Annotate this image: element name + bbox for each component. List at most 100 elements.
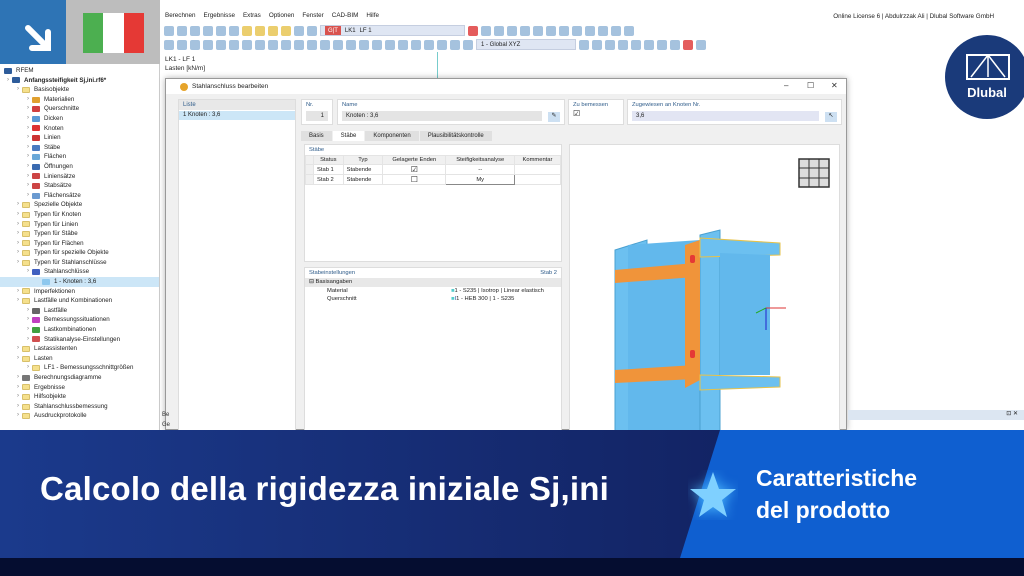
chevron-icon[interactable]: ›	[14, 383, 22, 393]
toolbar-icon[interactable]	[520, 25, 530, 36]
panel-pin-icon[interactable]: ⊡ ✕	[1006, 411, 1018, 417]
tree-item[interactable]: › Spezielle Objekte	[0, 200, 159, 210]
minimize-button[interactable]: –	[784, 81, 788, 90]
camera-icon[interactable]	[696, 39, 706, 50]
tree-item[interactable]: › Knoten	[0, 124, 159, 134]
toolbar-icon[interactable]	[229, 25, 239, 36]
tree-item[interactable]: › Berechnungsdiagramme	[0, 373, 159, 383]
toolbar-icon[interactable]	[294, 39, 304, 50]
toolbar-icon[interactable]	[164, 25, 174, 36]
assigned-node-input[interactable]: 3,6	[632, 111, 819, 121]
toolbar-icon[interactable]	[644, 39, 654, 50]
chevron-icon[interactable]: ›	[24, 306, 32, 316]
tree-item[interactable]: › Typen für Stahlanschlüsse	[0, 258, 159, 268]
toolbar-icon[interactable]	[268, 39, 278, 50]
supported-checkbox[interactable]: ☐	[382, 174, 447, 185]
chevron-icon[interactable]: ›	[24, 143, 32, 153]
chevron-icon[interactable]: ›	[14, 392, 22, 402]
toolbar-icon[interactable]	[533, 25, 543, 36]
toolbar-icon[interactable]	[424, 39, 434, 50]
toolbar-icon[interactable]	[216, 25, 226, 36]
chevron-icon[interactable]: ›	[24, 114, 32, 124]
tree-item[interactable]: › Lasten	[0, 354, 159, 364]
view-cube-icon[interactable]	[798, 158, 830, 188]
toolbar-icon[interactable]	[611, 25, 621, 36]
chevron-icon[interactable]: ›	[14, 344, 22, 354]
menu-ergebnisse[interactable]: Ergebnisse	[203, 12, 235, 22]
chevron-icon[interactable]: ›	[14, 85, 22, 95]
toolbar-icon[interactable]	[624, 25, 634, 36]
menu-optionen[interactable]: Optionen	[269, 12, 295, 22]
chevron-icon[interactable]: ›	[24, 191, 32, 201]
cell-comment[interactable]	[513, 164, 562, 175]
close-button[interactable]: ✕	[831, 81, 838, 90]
toolbar-icon[interactable]	[598, 25, 608, 36]
tree-item[interactable]: › Flächensätze	[0, 191, 159, 201]
chevron-icon[interactable]: ›	[14, 248, 22, 258]
loadcase-select[interactable]: G|T LK1 LF 1	[320, 25, 465, 36]
toolbar-icon[interactable]	[481, 25, 491, 36]
name-input[interactable]: Knoten : 3,6	[342, 111, 542, 121]
tree-item[interactable]: › Stabsätze	[0, 181, 159, 191]
3d-joint-view[interactable]	[569, 144, 840, 471]
toolbar-icon[interactable]	[190, 25, 200, 36]
toolbar-icon[interactable]	[320, 39, 330, 50]
chevron-icon[interactable]: ›	[24, 335, 32, 345]
tree-item[interactable]: › Lastfälle	[0, 306, 159, 316]
tree-item[interactable]: › LF1 - Bemessungsschnittgrößen	[0, 363, 159, 373]
toolbar-icon[interactable]	[255, 39, 265, 50]
chevron-icon[interactable]: ›	[14, 229, 22, 239]
toolbar-icon[interactable]	[507, 25, 517, 36]
tree-item[interactable]: 1 - Knoten : 3,6	[0, 277, 159, 287]
tree-item[interactable]: › Stahlanschlussbemessung	[0, 402, 159, 412]
menu-cad-bim[interactable]: CAD-BIM	[332, 12, 359, 22]
chevron-icon[interactable]: ›	[14, 354, 22, 364]
toolbar-icon[interactable]	[618, 39, 628, 50]
chevron-icon[interactable]: ›	[4, 76, 12, 86]
toolbar-icon[interactable]	[372, 39, 382, 50]
cell-stiffness[interactable]: --	[445, 164, 515, 175]
tab-basis[interactable]: Basis	[301, 131, 332, 141]
toolbar-icon[interactable]	[605, 39, 615, 50]
toolbar-icon[interactable]	[463, 39, 473, 50]
toolbar-icon[interactable]	[294, 25, 304, 36]
tree-item[interactable]: › Imperfektionen	[0, 287, 159, 297]
tree-item[interactable]: › Typen für spezielle Objekte	[0, 248, 159, 258]
toolbar-icon[interactable]	[203, 39, 213, 50]
toolbar-icon[interactable]	[359, 39, 369, 50]
toolbar-icon[interactable]	[242, 39, 252, 50]
tree-item[interactable]: › Linien	[0, 133, 159, 143]
toolbar-icon[interactable]	[333, 39, 343, 50]
toolbar-icon[interactable]	[559, 25, 569, 36]
toolbar-icon[interactable]	[164, 39, 174, 50]
chevron-icon[interactable]: ›	[24, 325, 32, 335]
tree-item[interactable]: › Typen für Linien	[0, 220, 159, 230]
toolbar-icon[interactable]	[450, 39, 460, 50]
supported-checkbox[interactable]: ☑	[382, 164, 447, 175]
tree-item[interactable]: › Liniensätze	[0, 172, 159, 182]
tree-item[interactable]: › Basisobjekte	[0, 85, 159, 95]
toolbar-icon[interactable]	[177, 39, 187, 50]
toolbar-icon[interactable]	[670, 39, 680, 50]
chevron-icon[interactable]: ›	[14, 402, 22, 412]
toolbar-icon[interactable]	[203, 25, 213, 36]
coordinate-system-select[interactable]: 1 - Global XYZ	[476, 39, 576, 50]
menu-fenster[interactable]: Fenster	[302, 12, 323, 22]
tree-item[interactable]: › Dicken	[0, 114, 159, 124]
table-row[interactable]: Stab 2 Stabende ☐ My	[305, 174, 562, 185]
tree-item[interactable]: › Öffnungen	[0, 162, 159, 172]
chevron-icon[interactable]: ›	[24, 133, 32, 143]
tree-item[interactable]: › Ausdruckprotokolle	[0, 411, 159, 421]
design-checkbox[interactable]: ☑	[573, 110, 623, 118]
chevron-icon[interactable]: ›	[14, 287, 22, 297]
toolbar-icon[interactable]	[346, 39, 356, 50]
tree-item[interactable]: › Stäbe	[0, 143, 159, 153]
toolbar-icon[interactable]	[631, 39, 641, 50]
chevron-icon[interactable]: ›	[24, 181, 32, 191]
maximize-button[interactable]: ☐	[807, 81, 814, 90]
toolbar-icon[interactable]	[190, 39, 200, 50]
pick-node-button[interactable]: ↖	[825, 112, 837, 122]
chevron-icon[interactable]: ›	[14, 210, 22, 220]
toolbar-icon[interactable]	[177, 25, 187, 36]
tab-komponenten[interactable]: Komponenten	[365, 131, 419, 141]
